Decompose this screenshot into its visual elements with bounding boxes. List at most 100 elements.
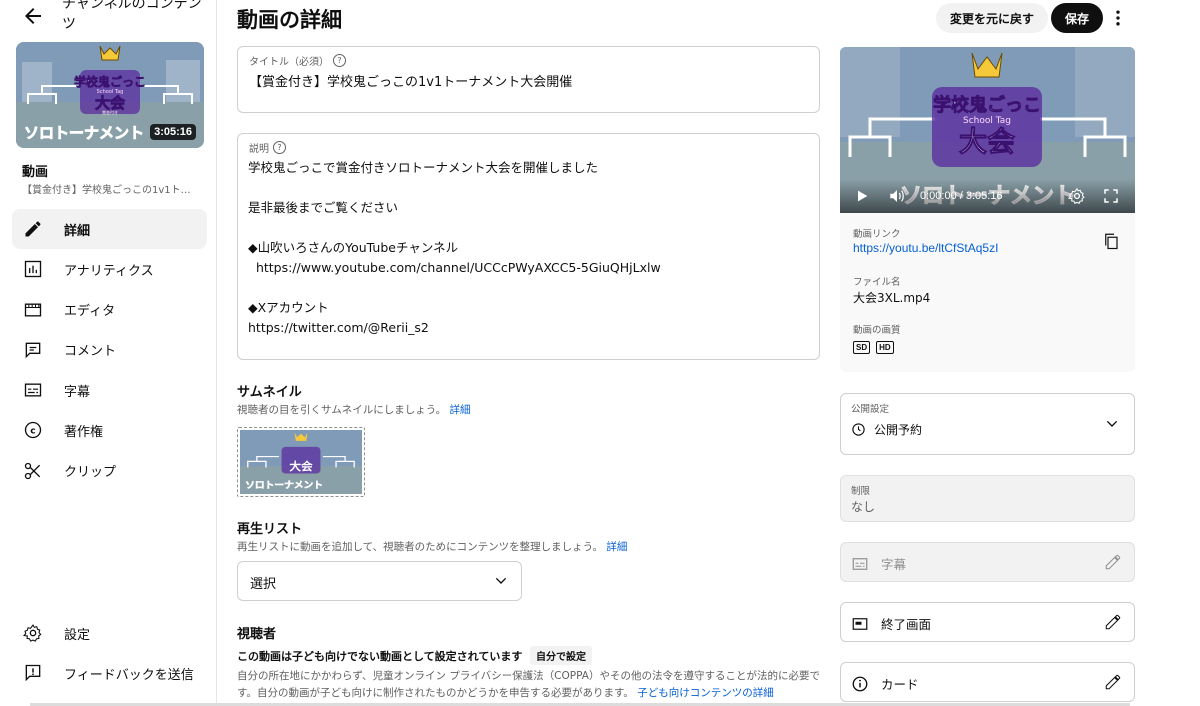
audience-badge: 自分で設定 [530, 646, 592, 665]
player-text-line3: 大会 [959, 125, 1015, 158]
sidebar-item-label: クリップ [64, 465, 117, 481]
thumbnail-option[interactable]: 大会 ソロトーナメント [237, 427, 365, 497]
copy-icon[interactable] [1102, 231, 1120, 251]
sidebar-item-analytics[interactable]: アナリティクス [12, 249, 207, 289]
visibility-label: 公開設定 [851, 404, 890, 415]
audience-heading: 視聴者 [237, 627, 277, 642]
video-label: 動画 [22, 165, 49, 180]
cards-row[interactable]: カード [840, 662, 1135, 702]
sidebar-item-clips[interactable]: クリップ [12, 451, 207, 491]
title-input[interactable]: 【賞金付き】学校鬼ごっこの1v1トーナメント大会開催 [249, 71, 572, 90]
player-time: 0:00:00 / 3:05:16 [920, 190, 1003, 202]
description-input[interactable]: 学校鬼ごっこで賞金付きソロトーナメント大会を開催しました 是非最後までご覧くださ… [248, 158, 661, 338]
cards-row-content: カード [851, 674, 919, 693]
help-icon[interactable]: ? [273, 141, 286, 154]
playlist-subtext: 再生リストに動画を追加して、視聴者のためにコンテンツを整理しましょう。 詳細 [237, 539, 627, 554]
play-icon[interactable] [854, 188, 870, 204]
audience-description: 自分の所在地にかかわらず、児童オンライン プライバシー保護法（COPPA）やその… [237, 668, 827, 702]
scissors-icon [22, 460, 44, 482]
thumb-small-text-line3: 大会 [289, 459, 313, 472]
more-vert-icon[interactable] [1108, 8, 1128, 28]
feedback-icon [22, 662, 44, 684]
sidebar-item-details[interactable]: 詳細 [12, 209, 207, 249]
save-button[interactable]: 保存 [1051, 3, 1104, 33]
end-screen-row[interactable]: 終了画面 [840, 602, 1135, 642]
duration-badge: 3:05:16 [150, 124, 196, 140]
thumbnail-learn-more-link[interactable]: 詳細 [450, 404, 471, 416]
settings-gear-icon[interactable] [1068, 187, 1086, 205]
fullscreen-icon[interactable] [1102, 187, 1120, 205]
video-title-short: 【賞金付き】学校鬼ごっこの1v1トーナメント大会開催 [22, 185, 200, 196]
description-label: 説明 ? [249, 140, 286, 155]
video-preview-card: 学校鬼ごっこ School Tag 大会 ソロトーナメント 0:00:00 / … [840, 47, 1135, 372]
title-field[interactable]: タイトル（必須） ? 【賞金付き】学校鬼ごっこの1v1トーナメント大会開催 [237, 46, 820, 113]
sidebar-item-editor[interactable]: エディタ [12, 290, 207, 330]
sidebar-item-comments[interactable]: コメント [12, 330, 207, 370]
player-text-line1: 学校鬼ごっこ [933, 94, 1041, 116]
sidebar-item-feedback[interactable]: フィードバックを送信 [12, 653, 207, 693]
gear-icon [22, 622, 44, 644]
thumbnail-image: 大会 ソロトーナメント [240, 430, 362, 494]
thumb-small-text-line5: ソロトーナメント [245, 480, 323, 491]
pencil-icon[interactable] [1104, 613, 1122, 631]
undo-changes-button[interactable]: 変更を元に戻す [936, 3, 1049, 33]
file-name-value: 大会3XL.mp4 [853, 291, 931, 305]
end-screen-icon [852, 617, 868, 630]
sidebar-item-label: 字幕 [64, 384, 91, 400]
sidebar-item-label: 著作権 [64, 424, 104, 440]
thumbnail-subtext: 視聴者の目を引くサムネイルにしましょう。 詳細 [237, 402, 471, 417]
title-label: タイトル（必須） ? [249, 53, 346, 68]
svg-text:c: c [30, 426, 35, 437]
sidebar-bottom-nav: 設定 フィードバックを送信 [12, 613, 207, 694]
thumb-text-line4: 賞金付き [102, 109, 118, 115]
sidebar-item-subtitles[interactable]: 字幕 [12, 370, 207, 410]
thumbnail-small-art: 大会 ソロトーナメント [240, 430, 362, 494]
sidebar: チャンネルのコンテンツ 学校鬼ごっこ School Tag 大会 賞金付き ソロ… [0, 0, 217, 706]
playlist-select[interactable]: 選択 [237, 561, 522, 601]
description-label-text: 説明 [249, 144, 269, 155]
title-label-text: タイトル（必須） [249, 57, 329, 68]
sidebar-item-copyright[interactable]: c 著作権 [12, 410, 207, 450]
end-screen-label: 終了画面 [881, 617, 932, 632]
back-arrow-icon[interactable] [20, 4, 46, 28]
file-name-label: ファイル名 [853, 277, 901, 288]
video-link[interactable]: https://youtu.be/ltCfStAq5zI [853, 241, 998, 255]
visibility-value: 公開予約 [851, 421, 922, 438]
pencil-icon [22, 218, 44, 240]
chevron-down-icon [495, 577, 507, 584]
channel-title[interactable]: チャンネルのコンテンツ [62, 0, 212, 34]
thumb-text-line1: 学校鬼ごっこ [74, 74, 146, 89]
player-controls: 0:00:00 / 3:05:16 [840, 179, 1135, 213]
restriction-label: 制限 [851, 486, 871, 497]
info-icon [852, 676, 868, 691]
video-player[interactable]: 学校鬼ごっこ School Tag 大会 ソロトーナメント 0:00:00 / … [840, 47, 1135, 213]
sidebar-nav: 詳細 アナリティクス エディタ コメント 字幕 c 著作権 クリップ [12, 209, 207, 491]
sidebar-video-thumbnail[interactable]: 学校鬼ごっこ School Tag 大会 賞金付き ソロトーナメント 3:05:… [16, 42, 204, 148]
back-row: チャンネルのコンテンツ [0, 0, 217, 36]
sidebar-item-label: フィードバックを送信 [64, 667, 194, 683]
sd-badge: SD [853, 341, 871, 354]
thumb-text-line5: ソロトーナメント [24, 124, 144, 142]
subtitles-row: 字幕 [840, 542, 1135, 582]
pencil-icon [1105, 554, 1121, 570]
quality-label: 動画の画質 [853, 325, 901, 336]
analytics-icon [22, 258, 44, 280]
playlist-heading: 再生リスト [237, 522, 303, 537]
help-icon[interactable]: ? [333, 54, 346, 67]
pencil-icon[interactable] [1104, 673, 1122, 691]
sidebar-item-label: コメント [64, 344, 117, 360]
restriction-value: なし [851, 500, 876, 514]
sidebar-item-label: エディタ [64, 304, 116, 320]
volume-icon[interactable] [888, 187, 906, 205]
sidebar-item-settings[interactable]: 設定 [12, 613, 207, 653]
quality-badges: SD HD [853, 341, 894, 354]
subtitles-row-content: 字幕 [851, 554, 906, 573]
visibility-select[interactable]: 公開設定 公開予約 [840, 393, 1135, 455]
sidebar-item-label: アナリティクス [64, 263, 154, 279]
playlist-learn-more-link[interactable]: 詳細 [606, 541, 627, 553]
restriction-field: 制限 なし [840, 475, 1135, 522]
comment-icon [22, 339, 44, 361]
playlist-subtext-text: 再生リストに動画を追加して、視聴者のためにコンテンツを整理しましょう。 [237, 541, 604, 553]
kids-content-link[interactable]: 子ども向けコンテンツの詳細 [637, 687, 774, 699]
description-field[interactable]: 説明 ? 学校鬼ごっこで賞金付きソロトーナメント大会を開催しました 是非最後まで… [237, 133, 820, 360]
